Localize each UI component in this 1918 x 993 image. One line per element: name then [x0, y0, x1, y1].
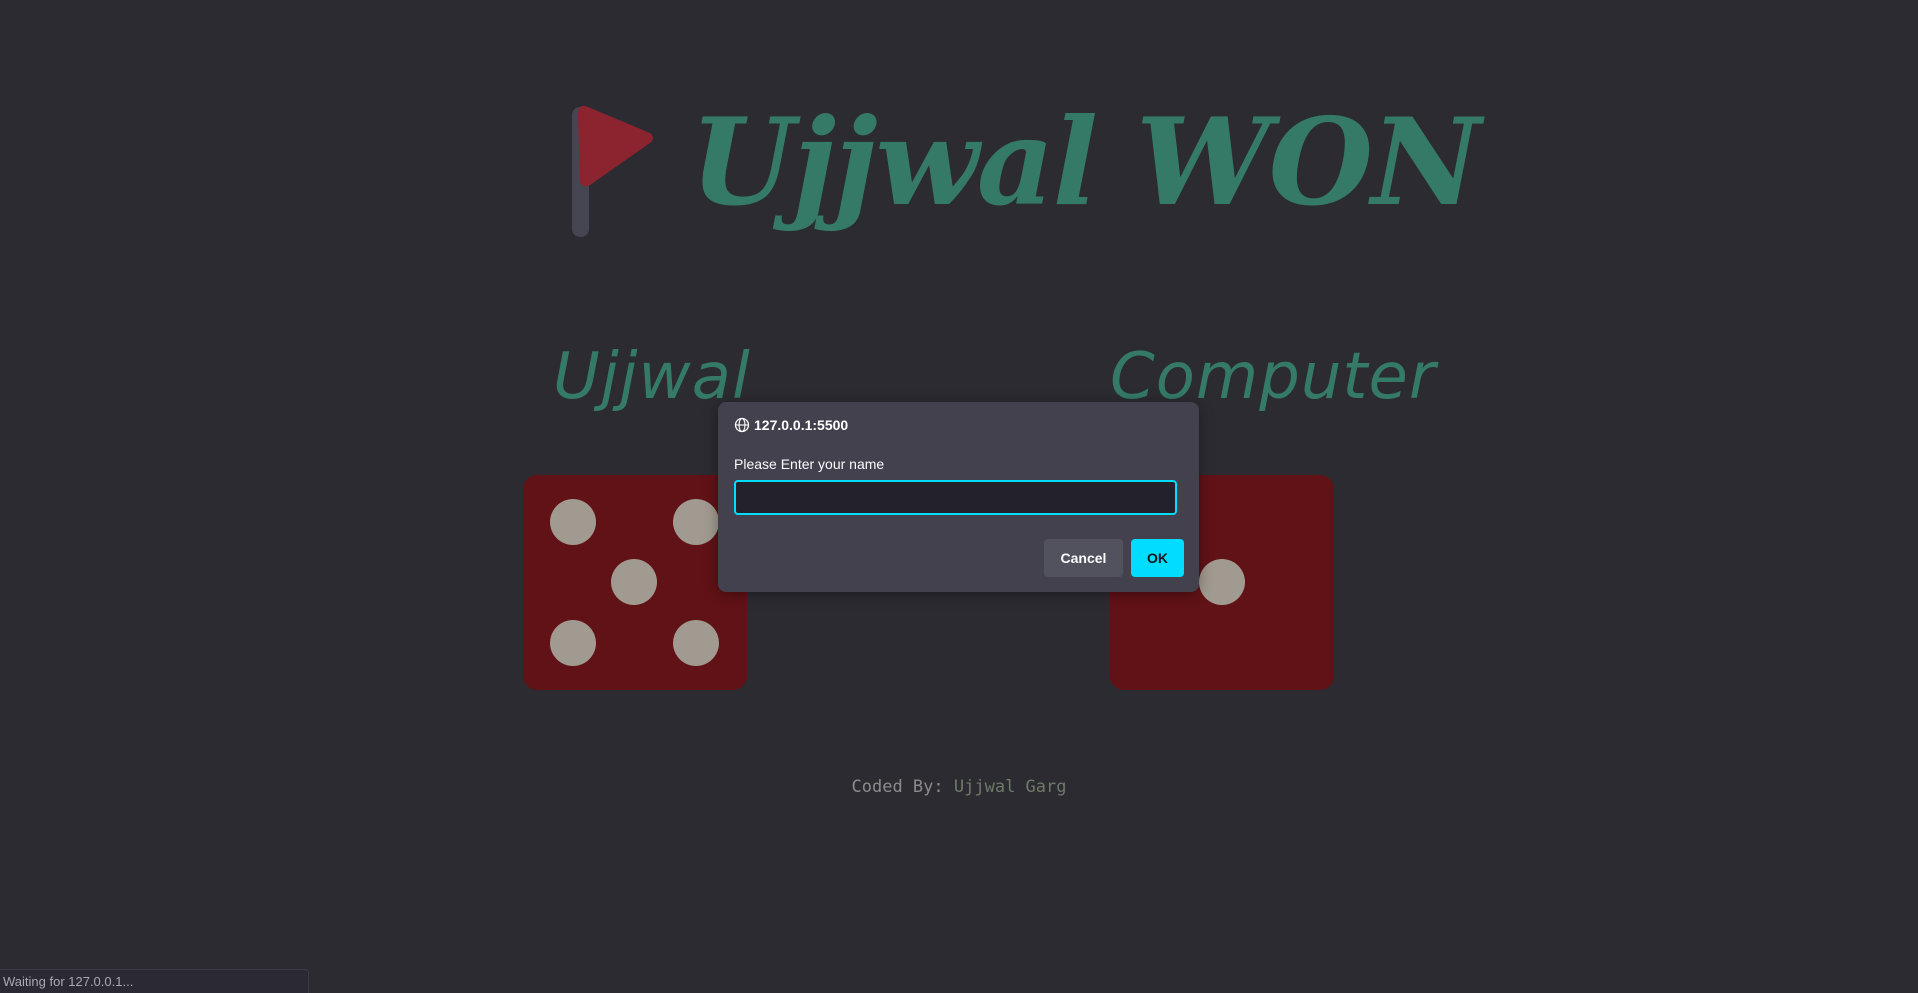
dice-pip	[550, 499, 596, 545]
result-headline: Ujjwal WON	[560, 78, 1481, 248]
credit-label: Coded By:	[851, 777, 944, 797]
globe-icon	[734, 417, 750, 433]
prompt-dialog: 127.0.0.1:5500 Please Enter your name Ca…	[718, 402, 1199, 592]
dice-pip	[1199, 559, 1245, 605]
player1-dice	[523, 475, 747, 690]
dice-pip	[673, 499, 719, 545]
credit-line: Coded By: Ujjwal Garg	[0, 777, 1918, 797]
cancel-button[interactable]: Cancel	[1044, 539, 1123, 577]
flag-icon	[560, 93, 670, 237]
result-title: Ujjwal WON	[690, 92, 1481, 233]
dialog-message: Please Enter your name	[734, 456, 885, 472]
flag-cloth	[578, 105, 653, 187]
dialog-origin: 127.0.0.1:5500	[734, 417, 848, 433]
dice-pip	[611, 559, 657, 605]
name-input[interactable]	[734, 480, 1177, 515]
dice-pip	[550, 620, 596, 666]
status-bar: Waiting for 127.0.0.1...	[0, 969, 309, 993]
dialog-origin-text: 127.0.0.1:5500	[754, 417, 849, 433]
credit-author: Ujjwal Garg	[953, 777, 1067, 797]
ok-button[interactable]: OK	[1131, 539, 1184, 577]
dice-game-page: Ujjwal WON Ujjwal Computer Coded By: Ujj…	[0, 0, 1918, 993]
dice-pip	[673, 620, 719, 666]
